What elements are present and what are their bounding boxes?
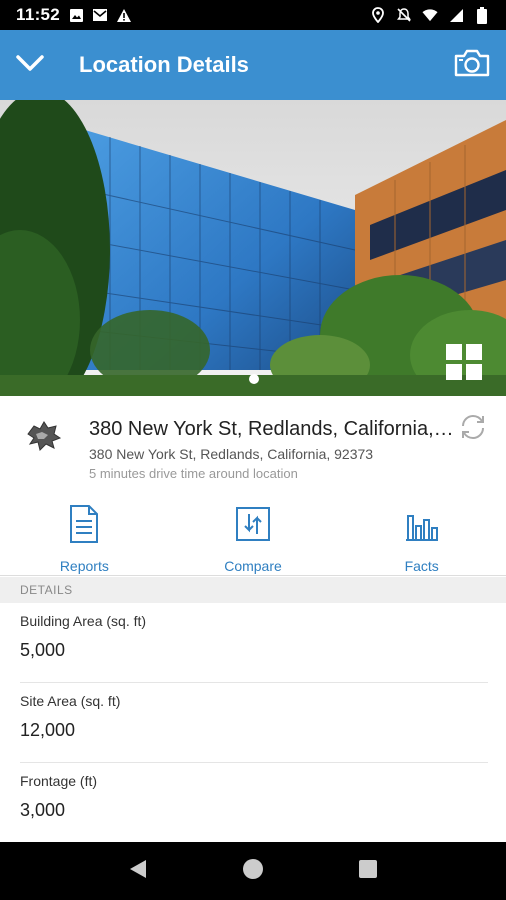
compare-icon: [235, 504, 271, 544]
details-list: Building Area (sq. ft) 5,000 Site Area (…: [0, 603, 506, 843]
carousel-page-indicator: [249, 374, 259, 384]
refresh-icon: [459, 414, 487, 445]
detail-row-building-area[interactable]: Building Area (sq. ft) 5,000: [20, 603, 488, 683]
status-time: 11:52: [16, 5, 61, 24]
report-icon: [66, 504, 102, 544]
detail-label: Building Area (sq. ft): [20, 613, 147, 629]
refresh-button[interactable]: [458, 414, 488, 444]
camera-button[interactable]: [452, 45, 492, 85]
details-section-header: DETAILS: [0, 577, 506, 603]
home-circle-icon: [241, 857, 265, 886]
map-shape-icon: [24, 420, 62, 452]
location-summary: 380 New York St, Redlands, California, 9…: [0, 396, 506, 496]
nav-recents-button[interactable]: [348, 851, 388, 891]
collapse-button[interactable]: [0, 30, 60, 100]
status-bar: 11:52: [0, 0, 506, 30]
app-bar: Location Details: [0, 30, 506, 100]
signal-icon: [448, 7, 464, 23]
page-title: Location Details: [79, 52, 249, 77]
bar-chart-icon: [404, 504, 440, 544]
detail-label: Frontage (ft): [20, 773, 98, 789]
recents-square-icon: [358, 859, 378, 884]
location-address: 380 New York St, Redlands, California, 9…: [89, 446, 374, 462]
chevron-down-icon: [15, 53, 45, 78]
camera-icon: [454, 48, 490, 83]
facts-button[interactable]: Facts: [337, 496, 506, 576]
wifi-icon: [422, 7, 438, 23]
detail-row-frontage[interactable]: Frontage (ft) 3,000: [20, 763, 488, 843]
detail-row-site-area[interactable]: Site Area (sq. ft) 12,000: [20, 683, 488, 763]
system-nav-bar: [0, 842, 506, 900]
warning-icon: [116, 7, 132, 23]
detail-label: Site Area (sq. ft): [20, 693, 121, 709]
location-photo-carousel[interactable]: [0, 100, 506, 396]
gmail-icon: [92, 7, 108, 23]
battery-icon: [474, 6, 490, 24]
gallery-grid-icon[interactable]: [446, 344, 482, 380]
nav-home-button[interactable]: [233, 851, 273, 891]
image-icon: [68, 7, 84, 23]
facts-label: Facts: [404, 558, 439, 574]
back-triangle-icon: [128, 858, 148, 885]
divider: [0, 575, 506, 576]
compare-button[interactable]: Compare: [169, 496, 338, 576]
action-bar: Reports Compare Facts: [0, 496, 506, 576]
drive-time-note: 5 minutes drive time around location: [89, 466, 298, 481]
building-photo: [0, 100, 506, 396]
compare-label: Compare: [224, 558, 282, 574]
reports-label: Reports: [59, 558, 109, 574]
mute-icon: [396, 7, 412, 23]
location-icon: [370, 7, 386, 23]
reports-button[interactable]: Reports: [0, 496, 169, 576]
detail-value: 3,000: [20, 800, 66, 820]
detail-value: 12,000: [20, 720, 76, 740]
location-title: 380 New York St, Redlands, California, 9…: [89, 418, 459, 440]
detail-value: 5,000: [20, 640, 66, 660]
nav-back-button[interactable]: [118, 851, 158, 891]
